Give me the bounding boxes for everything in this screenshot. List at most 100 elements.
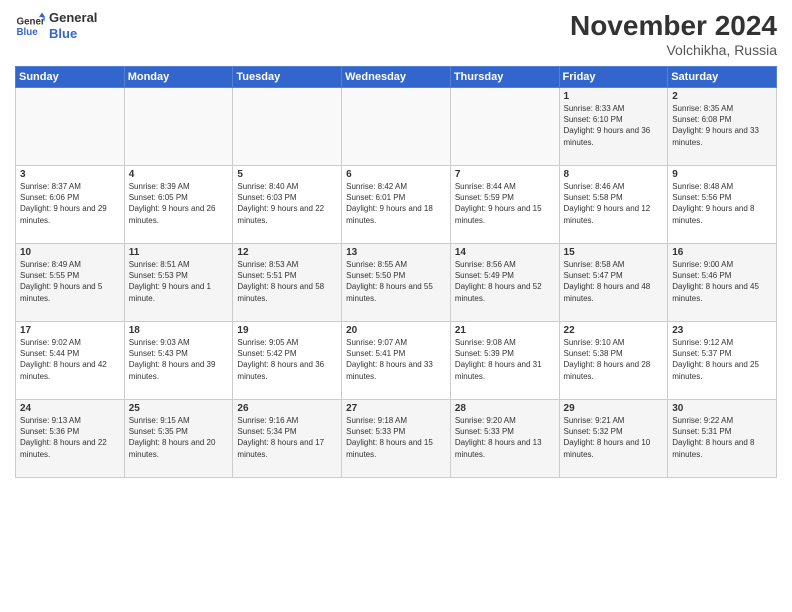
day-info: Sunrise: 8:33 AM Sunset: 6:10 PM Dayligh… [564, 103, 664, 148]
day-cell: 20Sunrise: 9:07 AM Sunset: 5:41 PM Dayli… [342, 322, 451, 400]
month-title: November 2024 [570, 10, 777, 42]
day-cell: 15Sunrise: 8:58 AM Sunset: 5:47 PM Dayli… [559, 244, 668, 322]
day-number: 10 [20, 247, 120, 258]
day-info: Sunrise: 8:56 AM Sunset: 5:49 PM Dayligh… [455, 259, 555, 304]
day-number: 12 [237, 247, 337, 258]
svg-text:General: General [17, 16, 46, 27]
logo-text: GeneralBlue [49, 10, 97, 41]
day-cell: 24Sunrise: 9:13 AM Sunset: 5:36 PM Dayli… [16, 400, 125, 478]
day-info: Sunrise: 8:53 AM Sunset: 5:51 PM Dayligh… [237, 259, 337, 304]
day-cell: 5Sunrise: 8:40 AM Sunset: 6:03 PM Daylig… [233, 166, 342, 244]
day-cell [233, 88, 342, 166]
week-row-5: 24Sunrise: 9:13 AM Sunset: 5:36 PM Dayli… [16, 400, 777, 478]
day-cell: 25Sunrise: 9:15 AM Sunset: 5:35 PM Dayli… [124, 400, 233, 478]
day-number: 26 [237, 403, 337, 414]
week-row-4: 17Sunrise: 9:02 AM Sunset: 5:44 PM Dayli… [16, 322, 777, 400]
title-block: November 2024 Volchikha, Russia [570, 10, 777, 58]
day-info: Sunrise: 9:18 AM Sunset: 5:33 PM Dayligh… [346, 415, 446, 460]
day-info: Sunrise: 9:12 AM Sunset: 5:37 PM Dayligh… [672, 337, 772, 382]
day-number: 25 [129, 403, 229, 414]
day-cell: 4Sunrise: 8:39 AM Sunset: 6:05 PM Daylig… [124, 166, 233, 244]
day-number: 1 [564, 91, 664, 102]
day-info: Sunrise: 8:48 AM Sunset: 5:56 PM Dayligh… [672, 181, 772, 226]
logo-icon: General Blue [15, 11, 45, 41]
day-cell: 17Sunrise: 9:02 AM Sunset: 5:44 PM Dayli… [16, 322, 125, 400]
calendar-container: General Blue GeneralBlue November 2024 V… [0, 0, 792, 612]
day-number: 18 [129, 325, 229, 336]
day-cell: 8Sunrise: 8:46 AM Sunset: 5:58 PM Daylig… [559, 166, 668, 244]
day-info: Sunrise: 9:07 AM Sunset: 5:41 PM Dayligh… [346, 337, 446, 382]
location: Volchikha, Russia [570, 42, 777, 58]
day-info: Sunrise: 9:16 AM Sunset: 5:34 PM Dayligh… [237, 415, 337, 460]
day-number: 17 [20, 325, 120, 336]
day-cell: 30Sunrise: 9:22 AM Sunset: 5:31 PM Dayli… [668, 400, 777, 478]
day-number: 20 [346, 325, 446, 336]
day-cell: 26Sunrise: 9:16 AM Sunset: 5:34 PM Dayli… [233, 400, 342, 478]
day-info: Sunrise: 9:22 AM Sunset: 5:31 PM Dayligh… [672, 415, 772, 460]
day-cell [124, 88, 233, 166]
day-number: 9 [672, 169, 772, 180]
weekday-header-thursday: Thursday [450, 67, 559, 88]
day-number: 6 [346, 169, 446, 180]
day-cell: 22Sunrise: 9:10 AM Sunset: 5:38 PM Dayli… [559, 322, 668, 400]
day-cell: 13Sunrise: 8:55 AM Sunset: 5:50 PM Dayli… [342, 244, 451, 322]
day-cell: 28Sunrise: 9:20 AM Sunset: 5:33 PM Dayli… [450, 400, 559, 478]
day-info: Sunrise: 9:08 AM Sunset: 5:39 PM Dayligh… [455, 337, 555, 382]
day-number: 2 [672, 91, 772, 102]
day-info: Sunrise: 9:13 AM Sunset: 5:36 PM Dayligh… [20, 415, 120, 460]
day-cell: 23Sunrise: 9:12 AM Sunset: 5:37 PM Dayli… [668, 322, 777, 400]
calendar-table: SundayMondayTuesdayWednesdayThursdayFrid… [15, 66, 777, 478]
day-cell: 27Sunrise: 9:18 AM Sunset: 5:33 PM Dayli… [342, 400, 451, 478]
day-info: Sunrise: 8:42 AM Sunset: 6:01 PM Dayligh… [346, 181, 446, 226]
weekday-header-friday: Friday [559, 67, 668, 88]
weekday-header-tuesday: Tuesday [233, 67, 342, 88]
day-info: Sunrise: 8:35 AM Sunset: 6:08 PM Dayligh… [672, 103, 772, 148]
day-cell: 11Sunrise: 8:51 AM Sunset: 5:53 PM Dayli… [124, 244, 233, 322]
day-number: 16 [672, 247, 772, 258]
day-info: Sunrise: 9:10 AM Sunset: 5:38 PM Dayligh… [564, 337, 664, 382]
day-info: Sunrise: 8:46 AM Sunset: 5:58 PM Dayligh… [564, 181, 664, 226]
day-info: Sunrise: 8:39 AM Sunset: 6:05 PM Dayligh… [129, 181, 229, 226]
day-cell: 10Sunrise: 8:49 AM Sunset: 5:55 PM Dayli… [16, 244, 125, 322]
day-number: 29 [564, 403, 664, 414]
day-info: Sunrise: 9:05 AM Sunset: 5:42 PM Dayligh… [237, 337, 337, 382]
weekday-header-monday: Monday [124, 67, 233, 88]
weekday-header-saturday: Saturday [668, 67, 777, 88]
day-info: Sunrise: 8:58 AM Sunset: 5:47 PM Dayligh… [564, 259, 664, 304]
weekday-header-row: SundayMondayTuesdayWednesdayThursdayFrid… [16, 67, 777, 88]
day-cell: 14Sunrise: 8:56 AM Sunset: 5:49 PM Dayli… [450, 244, 559, 322]
day-number: 21 [455, 325, 555, 336]
day-info: Sunrise: 8:37 AM Sunset: 6:06 PM Dayligh… [20, 181, 120, 226]
weekday-header-sunday: Sunday [16, 67, 125, 88]
day-cell [16, 88, 125, 166]
day-cell: 1Sunrise: 8:33 AM Sunset: 6:10 PM Daylig… [559, 88, 668, 166]
day-number: 27 [346, 403, 446, 414]
week-row-1: 1Sunrise: 8:33 AM Sunset: 6:10 PM Daylig… [16, 88, 777, 166]
day-number: 22 [564, 325, 664, 336]
day-info: Sunrise: 9:20 AM Sunset: 5:33 PM Dayligh… [455, 415, 555, 460]
day-number: 3 [20, 169, 120, 180]
day-cell: 12Sunrise: 8:53 AM Sunset: 5:51 PM Dayli… [233, 244, 342, 322]
week-row-3: 10Sunrise: 8:49 AM Sunset: 5:55 PM Dayli… [16, 244, 777, 322]
day-number: 11 [129, 247, 229, 258]
day-cell: 6Sunrise: 8:42 AM Sunset: 6:01 PM Daylig… [342, 166, 451, 244]
day-info: Sunrise: 9:15 AM Sunset: 5:35 PM Dayligh… [129, 415, 229, 460]
header: General Blue GeneralBlue November 2024 V… [15, 10, 777, 58]
day-cell: 19Sunrise: 9:05 AM Sunset: 5:42 PM Dayli… [233, 322, 342, 400]
day-number: 24 [20, 403, 120, 414]
day-info: Sunrise: 9:02 AM Sunset: 5:44 PM Dayligh… [20, 337, 120, 382]
day-number: 7 [455, 169, 555, 180]
day-info: Sunrise: 8:40 AM Sunset: 6:03 PM Dayligh… [237, 181, 337, 226]
day-number: 28 [455, 403, 555, 414]
day-cell: 7Sunrise: 8:44 AM Sunset: 5:59 PM Daylig… [450, 166, 559, 244]
weekday-header-wednesday: Wednesday [342, 67, 451, 88]
day-number: 4 [129, 169, 229, 180]
day-cell [342, 88, 451, 166]
day-number: 13 [346, 247, 446, 258]
day-info: Sunrise: 9:00 AM Sunset: 5:46 PM Dayligh… [672, 259, 772, 304]
day-cell [450, 88, 559, 166]
day-cell: 9Sunrise: 8:48 AM Sunset: 5:56 PM Daylig… [668, 166, 777, 244]
day-cell: 2Sunrise: 8:35 AM Sunset: 6:08 PM Daylig… [668, 88, 777, 166]
day-number: 30 [672, 403, 772, 414]
day-info: Sunrise: 8:55 AM Sunset: 5:50 PM Dayligh… [346, 259, 446, 304]
